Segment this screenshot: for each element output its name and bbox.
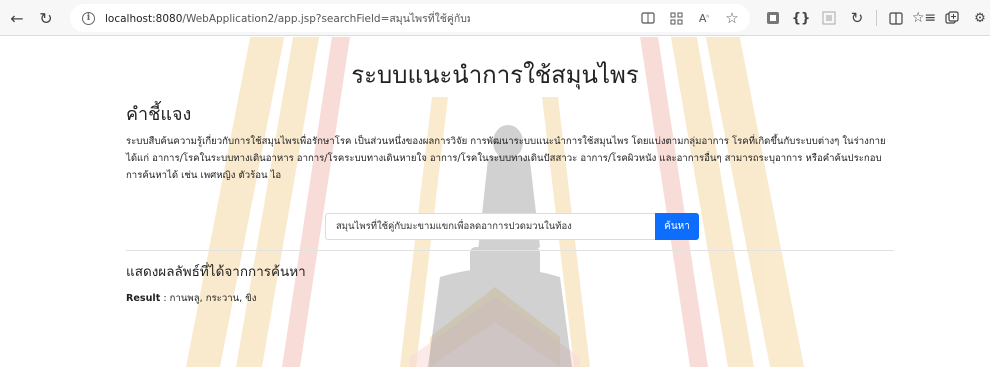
instructions-text: ระบบสืบค้นความรู้เกี่ยวกับการใช้สมุนไพรเ… [126, 136, 886, 181]
search-button[interactable]: ค้นหา [655, 213, 699, 240]
url-text[interactable]: localhost:8080/WebApplication2/app.jsp?s… [105, 10, 470, 27]
search-input[interactable] [325, 213, 655, 240]
address-bar[interactable]: i localhost:8080/WebApplication2/app.jsp… [70, 4, 750, 32]
split-icon[interactable] [816, 7, 842, 29]
toolbar-separator [876, 10, 877, 26]
instructions-heading: คำชี้แจง [126, 104, 192, 125]
result-value: : กานพลู, กระวาน, ขิง [160, 293, 257, 304]
result-line: Result : กานพลู, กระวาน, ขิง [126, 291, 257, 306]
divider [126, 250, 894, 251]
reader-view-icon[interactable] [636, 8, 660, 28]
puzzle-icon[interactable]: ⚙ [967, 7, 990, 29]
favorite-star-icon[interactable]: ☆ [720, 8, 744, 28]
read-aloud-icon[interactable]: Aʰ [692, 8, 716, 28]
page-content: ระบบแนะนำการใช้สมุนไพร คำชี้แจง ระบบสืบค… [0, 37, 990, 367]
back-arrow-icon[interactable]: ← [4, 5, 30, 31]
reload-icon[interactable]: ↻ [33, 5, 59, 31]
result-heading: แสดงผลลัพธ์ที่ได้จากการค้นหา [126, 264, 306, 280]
browser-toolbar: ← ↻ i localhost:8080/WebApplication2/app… [0, 0, 990, 36]
extension-icon[interactable] [760, 7, 786, 29]
url-host: localhost:8080 [105, 12, 183, 25]
grid-icon[interactable] [664, 8, 688, 28]
page-title: ระบบแนะนำการใช้สมุนไพร [351, 61, 639, 89]
refresh-circle-icon[interactable]: ↻ [844, 7, 870, 29]
split-screen-icon[interactable] [883, 7, 909, 29]
url-path: /WebApplication2/app.jsp?searchField=สมุ… [182, 12, 470, 25]
search-form: ค้นหา [325, 213, 699, 240]
code-braces-icon[interactable]: {} [788, 7, 814, 29]
collections-icon[interactable] [939, 7, 965, 29]
toolbar-icons: {} ↻ ☆≡ ⚙ [760, 7, 990, 29]
favorites-icon[interactable]: ☆≡ [911, 7, 937, 29]
info-icon[interactable]: i [82, 11, 95, 25]
address-bar-icons: Aʰ ☆ [636, 8, 744, 28]
result-label: Result [126, 293, 161, 304]
